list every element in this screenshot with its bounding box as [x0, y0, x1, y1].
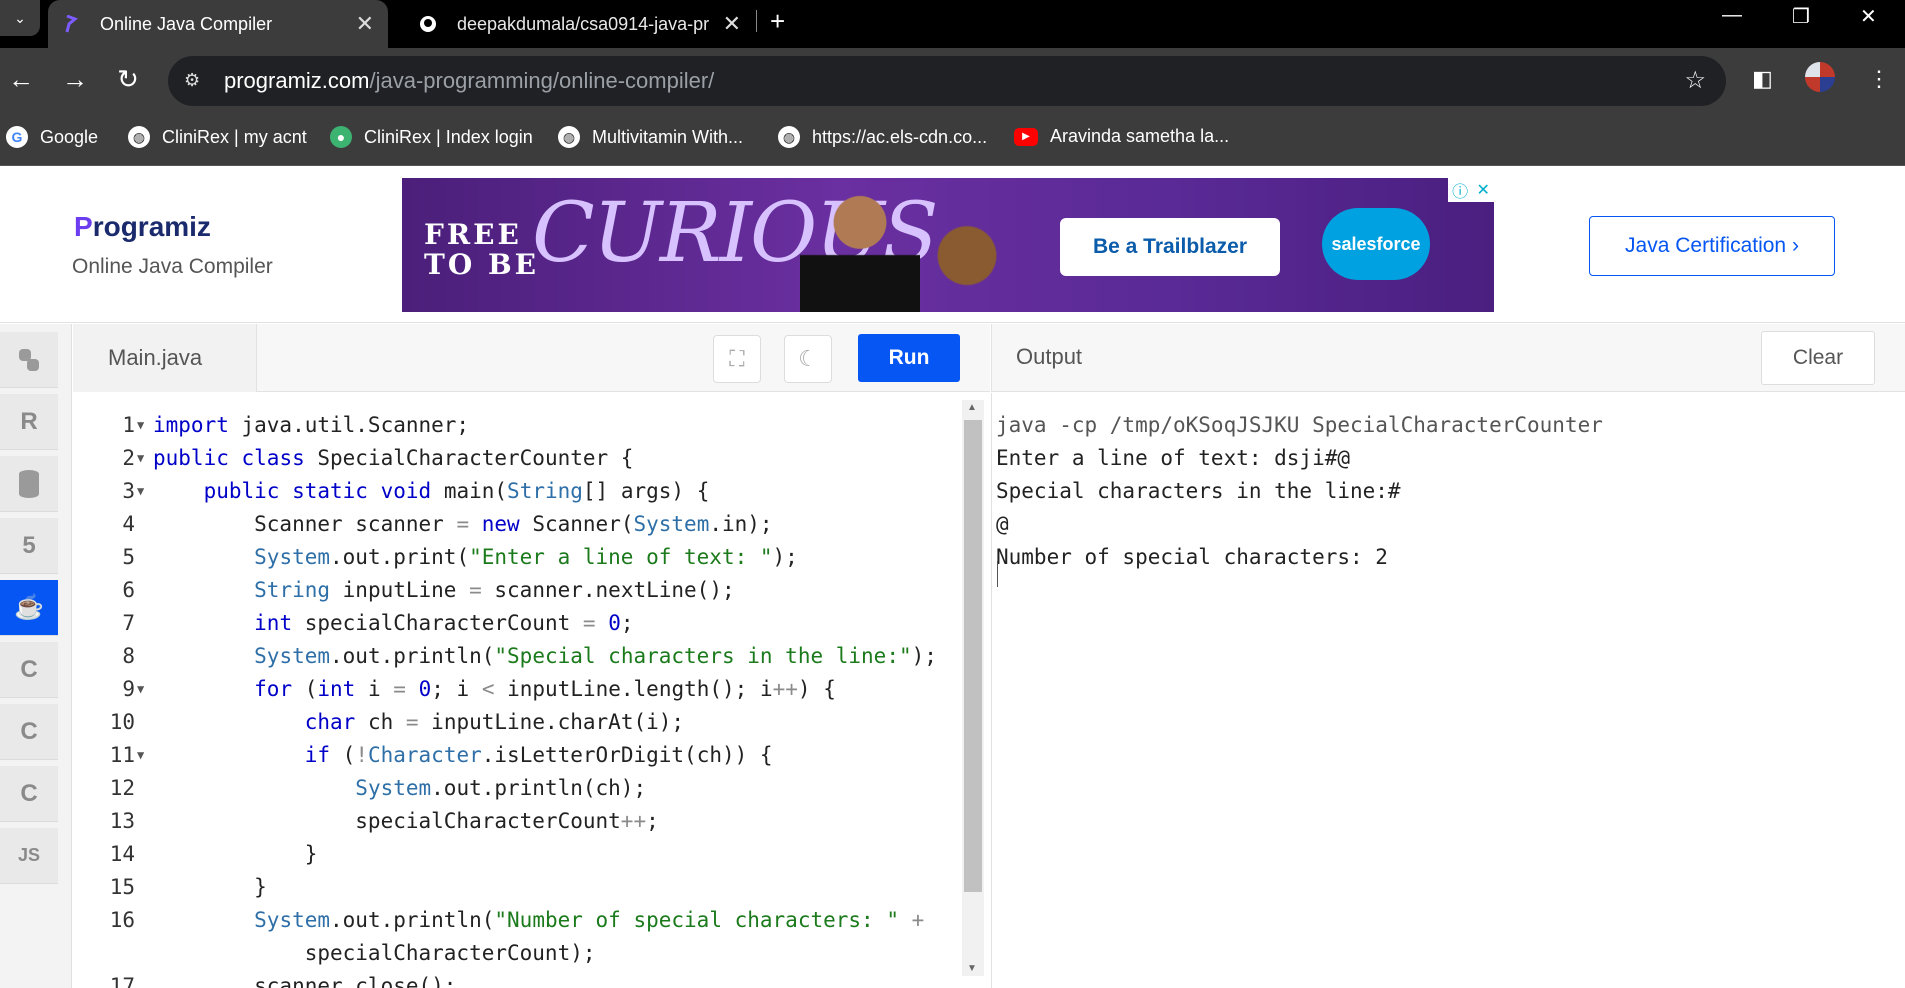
close-tab-icon[interactable]: ✕ [356, 11, 374, 37]
minimize-icon[interactable]: — [1722, 4, 1742, 27]
youtube-icon: ▶ [1014, 127, 1038, 146]
c-icon[interactable]: C [0, 642, 58, 698]
github-icon [419, 15, 437, 33]
restore-icon[interactable]: ❐ [1792, 4, 1810, 29]
output-title: Output [1016, 344, 1083, 369]
output-console[interactable]: java -cp /tmp/oKSoqJSJKU SpecialCharacte… [991, 393, 1905, 988]
scrollbar-thumb[interactable] [964, 420, 982, 892]
r-icon[interactable]: R [0, 394, 58, 450]
clear-button[interactable]: Clear [1761, 331, 1875, 385]
tab-title: Online Java Compiler [100, 13, 273, 34]
clinirex-icon: ● [330, 126, 352, 148]
bookmark-star-icon[interactable]: ☆ [1684, 66, 1706, 95]
ad-banner[interactable]: FREE TO BE CURIOUS Be a Trailblazer sales… [402, 178, 1494, 312]
forward-icon[interactable]: → [60, 64, 90, 95]
fullscreen-icon[interactable]: ⛶ [713, 335, 761, 383]
site-info-icon[interactable]: ⚙ [184, 70, 200, 91]
code-editor[interactable]: 1 ▼ import java.util.Scanner; 2 ▼ public cla… [73, 393, 990, 988]
browser-tab-strip: ⌄ Online Java Compiler ✕ deepakdumala/cs… [0, 0, 1905, 48]
tab-title: deepakdumala/csa0914-java-pr [457, 13, 710, 34]
programiz-logo[interactable]: Programiz [74, 211, 211, 243]
globe-icon: ◍ [558, 126, 580, 148]
site-header: Programiz Online Java Compiler FREE TO BE… [0, 167, 1905, 323]
bookmark-label: CliniRex | my acnt [162, 126, 307, 147]
python-icon[interactable] [0, 332, 58, 388]
back-icon[interactable]: ← [6, 64, 36, 95]
browser-toolbar: ← → ↻ ⚙ programiz.com/java-programming/o… [0, 48, 1905, 114]
bookmark-google[interactable]: G Google [6, 126, 98, 148]
run-button[interactable]: Run [858, 334, 960, 382]
text-caret [997, 561, 998, 587]
programiz-favicon-icon [62, 15, 80, 33]
scroll-down-arrow-icon[interactable]: ▼ [967, 963, 977, 974]
bookmark-els-cdn[interactable]: ◍ https://ac.els-cdn.co... [778, 126, 987, 148]
globe-icon: ◍ [128, 126, 150, 148]
database-icon[interactable] [0, 456, 58, 512]
ad-choices-icon[interactable]: ⓘ ✕ [1448, 178, 1494, 202]
new-tab-icon[interactable]: + [770, 6, 785, 37]
window-close-icon[interactable]: ✕ [1860, 4, 1877, 29]
output-line: @ [996, 512, 1009, 536]
output-header: Output Clear [991, 324, 1905, 392]
dark-mode-moon-icon[interactable]: ☾ [784, 335, 832, 383]
bookmarks-bar: G Google ◍ CliniRex | my acnt ● CliniRex… [0, 114, 1905, 166]
address-bar[interactable]: ⚙ programiz.com/java-programming/online-… [168, 56, 1726, 106]
tab-search-chevron-icon[interactable]: ⌄ [0, 0, 40, 36]
bookmark-label: Multivitamin With... [592, 126, 744, 147]
tab-online-java-compiler[interactable]: Online Java Compiler ✕ [48, 0, 388, 48]
google-icon: G [6, 126, 28, 148]
bookmark-multivitamin[interactable]: ◍ Multivitamin With... [558, 126, 743, 148]
cpp-icon[interactable]: C [0, 704, 58, 760]
language-sidebar: R 5 ☕ C C C JS [0, 324, 72, 988]
close-tab-icon[interactable]: ✕ [723, 11, 741, 37]
file-tab-main-java[interactable]: Main.java [73, 324, 257, 392]
output-line: java -cp /tmp/oKSoqJSJKU SpecialCharacte… [996, 413, 1603, 437]
bookmark-label: https://ac.els-cdn.co... [812, 126, 988, 147]
salesforce-logo: salesforce [1322, 208, 1430, 280]
js-icon[interactable]: JS [0, 828, 58, 884]
reload-icon[interactable]: ↻ [113, 64, 143, 95]
output-line: Number of special characters: 2 [996, 545, 1388, 569]
bookmark-aravinda[interactable]: ▶ Aravinda sametha la... [1014, 126, 1229, 147]
output-line: Special characters in the line:# [996, 479, 1401, 503]
java-certification-button[interactable]: Java Certification › [1589, 216, 1835, 276]
bookmark-clinirex-acnt[interactable]: ◍ CliniRex | my acnt [128, 126, 307, 148]
editor-scrollbar[interactable]: ▲ ▼ [962, 400, 984, 976]
page-subtitle: Online Java Compiler [72, 255, 273, 278]
bookmark-label: CliniRex | Index login [364, 126, 533, 147]
bookmark-clinirex-login[interactable]: ● CliniRex | Index login [330, 126, 533, 148]
bookmark-label: Google [40, 126, 99, 147]
tab-github[interactable]: deepakdumala/csa0914-java-pr ✕ [405, 0, 755, 48]
url-text: programiz.com/java-programming/online-co… [224, 68, 715, 93]
tab-separator [756, 10, 757, 32]
ad-mascot-image [917, 218, 1017, 312]
java-icon[interactable]: ☕ [0, 580, 58, 636]
bookmark-label: Aravinda sametha la... [1050, 126, 1230, 146]
ad-person-image [800, 184, 920, 312]
side-panel-icon[interactable]: ◧ [1752, 66, 1773, 92]
output-line: Enter a line of text: dsji#@ [996, 446, 1351, 470]
html5-icon[interactable]: 5 [0, 518, 58, 574]
ad-cta-button[interactable]: Be a Trailblazer [1060, 218, 1280, 276]
scroll-up-arrow-icon[interactable]: ▲ [967, 402, 977, 413]
editor-header: Main.java ⛶ ☾ Run [73, 324, 990, 392]
menu-kebab-icon[interactable]: ⋮ [1868, 66, 1890, 92]
profile-avatar[interactable] [1805, 62, 1835, 92]
globe-icon: ◍ [778, 126, 800, 148]
csharp-icon[interactable]: C [0, 766, 58, 822]
ad-free-text: FREE TO BE [424, 218, 539, 281]
